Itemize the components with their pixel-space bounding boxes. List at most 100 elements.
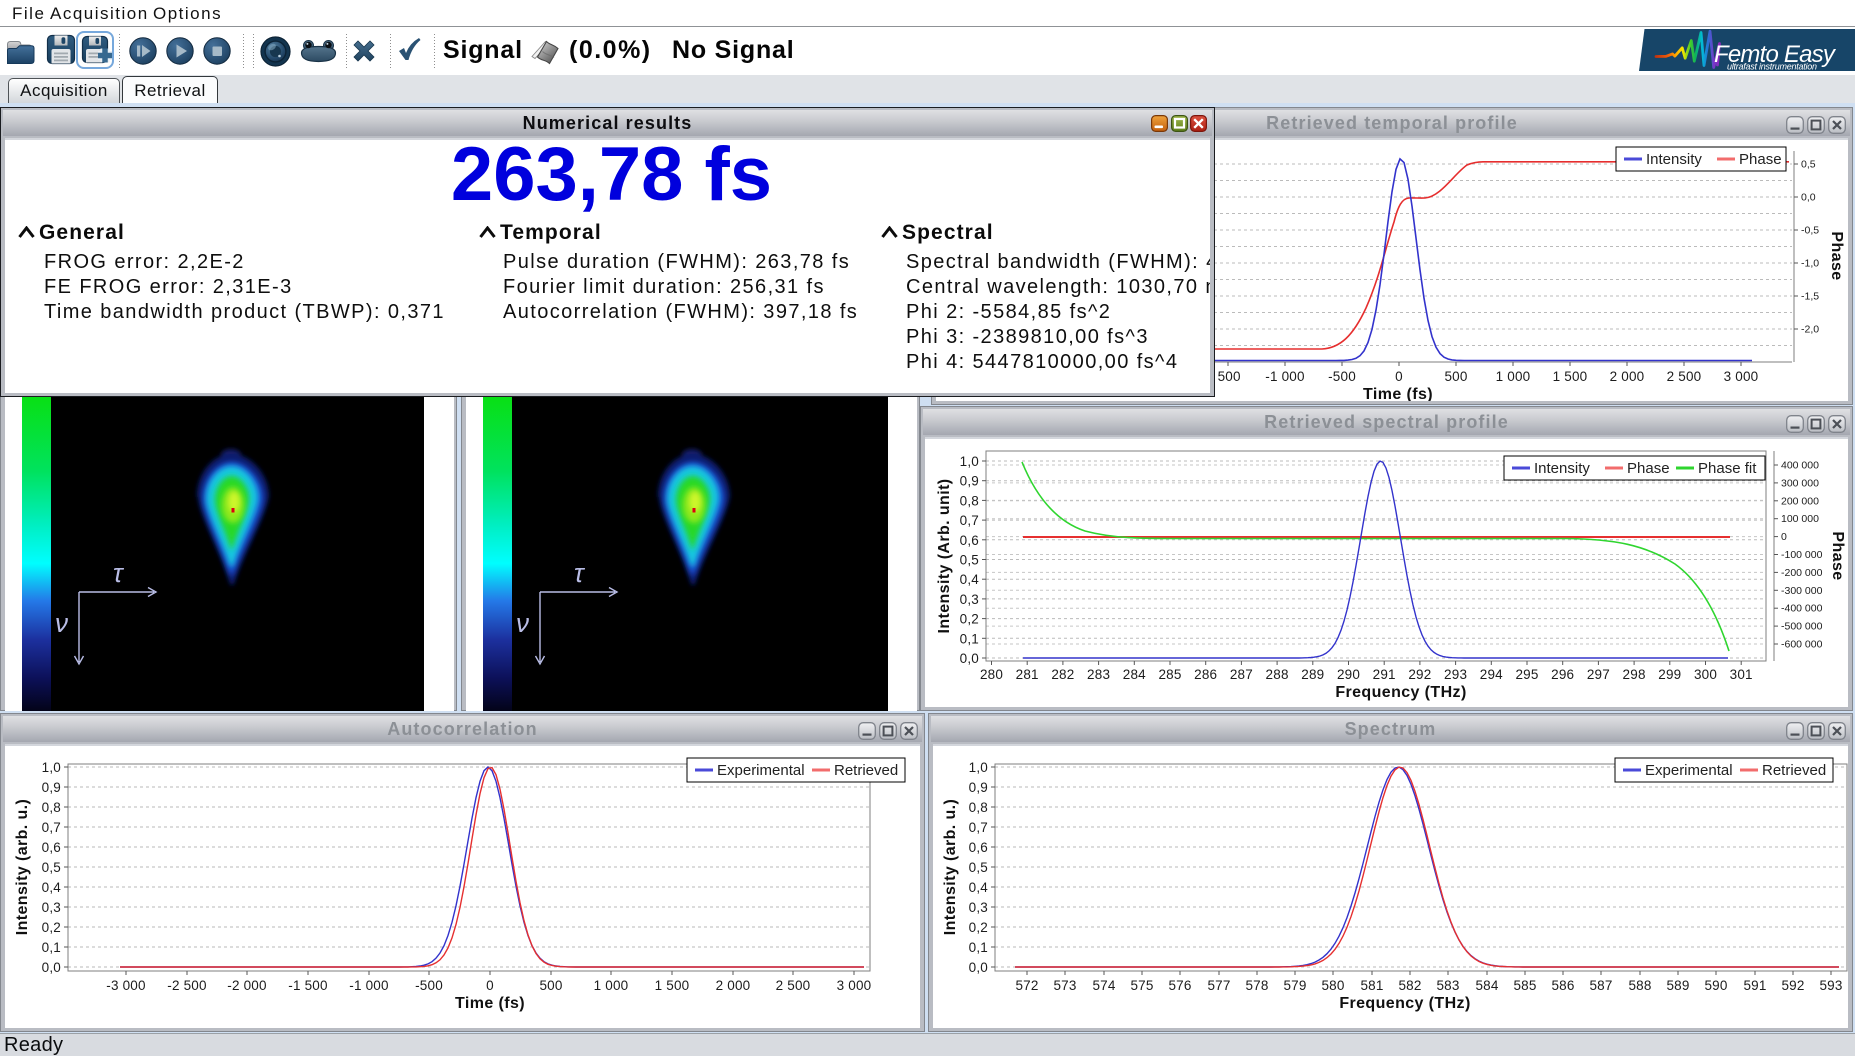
svg-text:Phase fit: Phase fit — [1698, 460, 1757, 477]
svg-text:0,6: 0,6 — [960, 533, 979, 548]
svg-text:585: 585 — [1513, 978, 1536, 993]
svg-text:0,0: 0,0 — [969, 960, 988, 975]
svg-text:3 000: 3 000 — [837, 978, 872, 993]
svg-text:298: 298 — [1623, 667, 1646, 682]
svg-text:591: 591 — [1743, 978, 1766, 993]
svg-text:100 000: 100 000 — [1781, 513, 1819, 525]
svg-text:0,8: 0,8 — [969, 800, 988, 815]
svg-text:0,4: 0,4 — [42, 880, 62, 895]
svg-text:Frequency (THz): Frequency (THz) — [1339, 995, 1470, 1012]
svg-text:0,6: 0,6 — [969, 840, 988, 855]
svg-text:578: 578 — [1245, 978, 1268, 993]
svg-text:1,0: 1,0 — [42, 760, 61, 775]
svg-text:Experimental: Experimental — [717, 762, 805, 779]
svg-text:0,7: 0,7 — [42, 820, 61, 835]
svg-text:Intensity (arb. u.): Intensity (arb. u.) — [942, 799, 959, 936]
svg-text:301: 301 — [1730, 667, 1753, 682]
svg-text:0,5: 0,5 — [960, 553, 979, 568]
svg-text:296: 296 — [1551, 667, 1574, 682]
svg-text:287: 287 — [1230, 667, 1253, 682]
svg-text:0,6: 0,6 — [42, 840, 61, 855]
svg-text:0,2: 0,2 — [969, 920, 988, 935]
svg-text:Phase: Phase — [1829, 531, 1846, 580]
svg-text:293: 293 — [1444, 667, 1467, 682]
svg-text:Intensity (Arb. unit): Intensity (Arb. unit) — [936, 478, 953, 633]
svg-text:300 000: 300 000 — [1781, 477, 1819, 489]
svg-text:592: 592 — [1781, 978, 1804, 993]
svg-text:572: 572 — [1015, 978, 1038, 993]
svg-text:1 500: 1 500 — [1553, 369, 1588, 384]
svg-text:Experimental: Experimental — [1645, 762, 1733, 779]
svg-text:290: 290 — [1337, 667, 1360, 682]
svg-text:0,0: 0,0 — [42, 960, 61, 975]
svg-text:589: 589 — [1666, 978, 1689, 993]
svg-text:0,3: 0,3 — [969, 900, 988, 915]
svg-text:Intensity: Intensity — [1646, 151, 1702, 168]
svg-text:200 000: 200 000 — [1781, 495, 1819, 507]
svg-text:288: 288 — [1266, 667, 1289, 682]
svg-text:0,5: 0,5 — [969, 860, 988, 875]
svg-text:300: 300 — [1694, 667, 1717, 682]
svg-text:0: 0 — [1395, 369, 1403, 384]
svg-text:Phase: Phase — [1627, 460, 1670, 477]
svg-text:582: 582 — [1398, 978, 1421, 993]
svg-text:0,5: 0,5 — [1801, 159, 1816, 171]
svg-text:ultrafast instrumentation: ultrafast instrumentation — [1727, 62, 1817, 72]
svg-text:Phase: Phase — [1739, 151, 1782, 168]
svg-text:ν: ν — [516, 608, 529, 638]
svg-text:0,7: 0,7 — [969, 820, 988, 835]
svg-text:282: 282 — [1051, 667, 1074, 682]
svg-text:0,2: 0,2 — [42, 920, 61, 935]
svg-text:576: 576 — [1168, 978, 1191, 993]
svg-text:ν: ν — [55, 608, 68, 638]
svg-text:1,0: 1,0 — [960, 454, 979, 469]
svg-text:-300 000: -300 000 — [1781, 585, 1823, 597]
svg-text:285: 285 — [1158, 667, 1181, 682]
svg-text:0: 0 — [1781, 531, 1787, 543]
svg-text:1,0: 1,0 — [969, 760, 988, 775]
svg-text:0,3: 0,3 — [42, 900, 61, 915]
svg-text:295: 295 — [1515, 667, 1538, 682]
svg-text:0,9: 0,9 — [969, 780, 988, 795]
svg-text:579: 579 — [1283, 978, 1306, 993]
svg-text:Time (fs): Time (fs) — [1363, 386, 1433, 401]
svg-text:0,5: 0,5 — [42, 860, 61, 875]
svg-text:500: 500 — [1444, 369, 1467, 384]
svg-text:587: 587 — [1589, 978, 1612, 993]
svg-text:0,4: 0,4 — [960, 572, 980, 587]
svg-text:-500 000: -500 000 — [1781, 621, 1823, 633]
svg-text:Frequency (THz): Frequency (THz) — [1335, 684, 1466, 701]
svg-text:593: 593 — [1819, 978, 1842, 993]
svg-text:Retrieved: Retrieved — [834, 762, 898, 779]
svg-text:-200 000: -200 000 — [1781, 567, 1823, 579]
svg-text:283: 283 — [1087, 667, 1110, 682]
svg-text:-0,5: -0,5 — [1801, 225, 1819, 237]
svg-text:Time (fs): Time (fs) — [455, 995, 525, 1012]
svg-text:577: 577 — [1207, 978, 1230, 993]
svg-text:294: 294 — [1480, 667, 1503, 682]
svg-text:573: 573 — [1053, 978, 1076, 993]
svg-text:2 500: 2 500 — [776, 978, 811, 993]
svg-text:581: 581 — [1360, 978, 1383, 993]
svg-text:-500: -500 — [1328, 369, 1356, 384]
svg-text:0,8: 0,8 — [42, 800, 61, 815]
svg-text:280: 280 — [980, 667, 1003, 682]
svg-text:Retrieved: Retrieved — [1762, 762, 1826, 779]
svg-text:-1,0: -1,0 — [1801, 258, 1819, 270]
svg-text:0: 0 — [486, 978, 494, 993]
svg-text:400 000: 400 000 — [1781, 460, 1819, 472]
svg-text:0,9: 0,9 — [960, 474, 979, 489]
svg-text:2 000: 2 000 — [1610, 369, 1645, 384]
svg-text:-1 000: -1 000 — [349, 978, 388, 993]
svg-text:289: 289 — [1301, 667, 1324, 682]
svg-text:284: 284 — [1123, 667, 1146, 682]
svg-text:1 000: 1 000 — [1496, 369, 1531, 384]
svg-text:-1 500: -1 500 — [288, 978, 327, 993]
svg-text:291: 291 — [1373, 667, 1396, 682]
svg-text:-3 000: -3 000 — [106, 978, 145, 993]
svg-text:0,3: 0,3 — [960, 592, 979, 607]
svg-text:500: 500 — [539, 978, 562, 993]
svg-text:281: 281 — [1016, 667, 1039, 682]
svg-text:-1,5: -1,5 — [1801, 291, 1819, 303]
svg-text:3 000: 3 000 — [1724, 369, 1759, 384]
